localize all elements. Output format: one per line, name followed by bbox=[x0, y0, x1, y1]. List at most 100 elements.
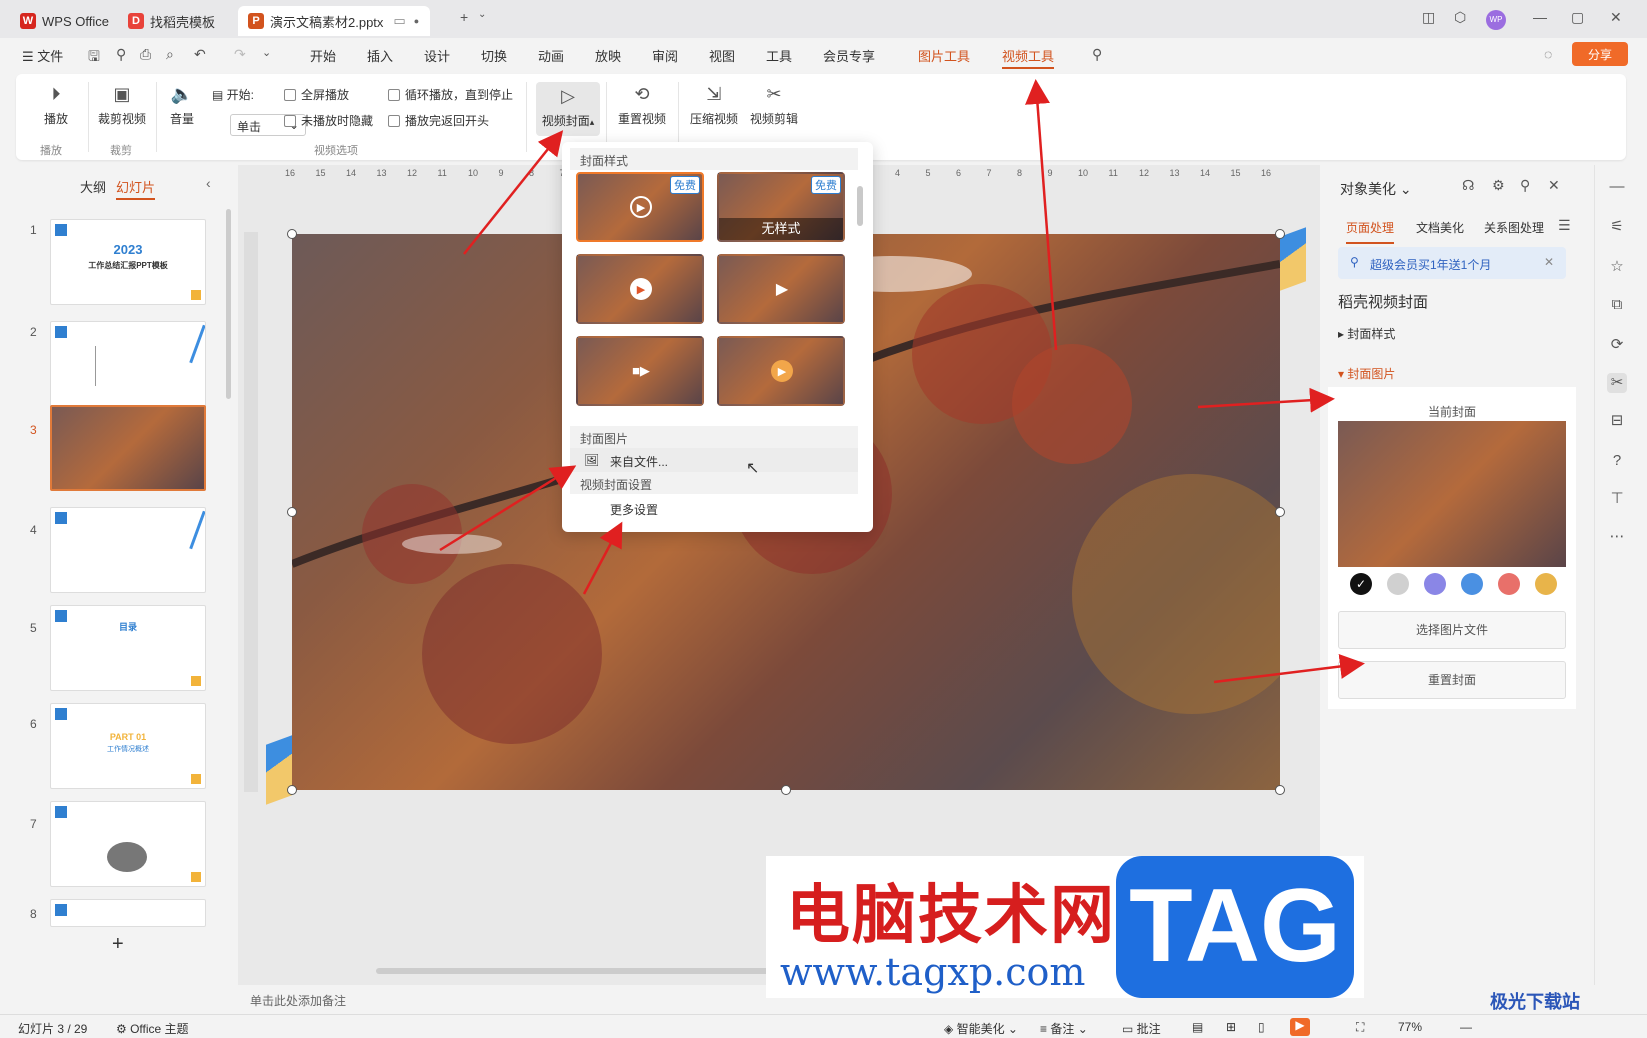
resize-handle[interactable] bbox=[1275, 229, 1285, 239]
resize-handle[interactable] bbox=[287, 229, 297, 239]
cover-style-option-2[interactable]: ▶ bbox=[576, 254, 704, 324]
redo-icon[interactable]: ↷ bbox=[234, 46, 246, 63]
search-icon[interactable]: ⚲ bbox=[1092, 46, 1102, 63]
tab-slides[interactable]: 幻灯片 bbox=[116, 177, 156, 200]
resize-handle[interactable] bbox=[287, 507, 297, 517]
trim-video-button[interactable]: ▣ 裁剪视频 bbox=[92, 82, 152, 127]
help-icon[interactable]: ? bbox=[1607, 451, 1627, 471]
cover-style-option-5[interactable]: ▶ bbox=[717, 336, 845, 406]
comment-toggle[interactable]: ▭ 批注 bbox=[1122, 1020, 1161, 1037]
tab-presentation-file[interactable]: P 演示文稿素材2.pptx ▭ ● bbox=[238, 6, 430, 36]
tab-docer-templates[interactable]: D 找稻壳模板 bbox=[118, 6, 225, 36]
resize-handle[interactable] bbox=[287, 785, 297, 795]
cover-style-toggle[interactable]: ▸ 封面样式 bbox=[1338, 325, 1395, 342]
tab-page-processing[interactable]: 页面处理 bbox=[1346, 219, 1395, 244]
pin-icon[interactable]: ⚲ bbox=[1520, 177, 1530, 194]
more-icon[interactable]: ⋯ bbox=[1607, 527, 1627, 547]
gear-icon[interactable]: ⚙ bbox=[1492, 177, 1505, 194]
menu-animation[interactable]: 动画 bbox=[538, 46, 564, 65]
beautify-tool-icon[interactable]: ✂ bbox=[1607, 373, 1627, 393]
rewind-checkbox[interactable]: 播放完返回开头 bbox=[388, 112, 489, 129]
tab-list-chevron-icon[interactable]: ⌄ bbox=[478, 9, 486, 20]
cover-style-option-3[interactable]: ▶ bbox=[717, 254, 845, 324]
slide-thumbnail-3[interactable] bbox=[50, 405, 206, 491]
menu-icon[interactable]: ☰ bbox=[1558, 217, 1571, 234]
new-tab-icon[interactable]: + bbox=[460, 9, 468, 25]
smart-beautify-button[interactable]: ◈ 智能美化 ⌄ bbox=[944, 1020, 1018, 1037]
slide-thumbnail-5[interactable]: 目录 bbox=[50, 605, 206, 691]
slide-thumbnail-1[interactable]: 2023 工作总结汇报PPT模板 bbox=[50, 219, 206, 305]
close-icon[interactable]: ✕ bbox=[1610, 9, 1622, 26]
cube-icon[interactable]: ⬡ bbox=[1454, 9, 1466, 26]
reading-view-icon[interactable]: ▯ bbox=[1258, 1020, 1265, 1034]
color-swatch-red[interactable] bbox=[1498, 573, 1520, 595]
panel-title[interactable]: 对象美化 ⌄ bbox=[1340, 179, 1412, 199]
tab-monitor-icon[interactable]: ▭ bbox=[393, 13, 405, 29]
slide-thumbnail-8[interactable] bbox=[50, 899, 206, 927]
notes-toggle[interactable]: ≡ 备注 ⌄ bbox=[1040, 1020, 1088, 1037]
shapes-icon[interactable]: ⧉ bbox=[1607, 295, 1627, 315]
vip-promo-banner[interactable]: ⚲ 超级会员买1年送1个月 ✕ bbox=[1338, 247, 1566, 279]
volume-button[interactable]: 🔈 音量 bbox=[162, 82, 202, 127]
color-swatch-yellow[interactable] bbox=[1535, 573, 1557, 595]
sliders-icon[interactable]: ⚟ bbox=[1607, 217, 1627, 237]
cover-from-file[interactable]: 🖼 来自文件... bbox=[570, 448, 858, 472]
quick-access-chevron-icon[interactable]: ⌄ bbox=[262, 46, 271, 59]
menu-start[interactable]: 开始 bbox=[310, 46, 336, 65]
cover-image-toggle[interactable]: ▾ 封面图片 bbox=[1338, 365, 1395, 382]
menu-file[interactable]: ☰ 文件 bbox=[22, 46, 63, 65]
reset-cover-button[interactable]: 重置封面 bbox=[1338, 661, 1566, 699]
cover-style-option-none[interactable]: 免费 无样式 bbox=[717, 172, 845, 242]
tab-diagram-processing[interactable]: 关系图处理 bbox=[1484, 219, 1544, 236]
zoom-level[interactable]: 77% bbox=[1398, 1020, 1422, 1034]
fullscreen-checkbox[interactable]: 全屏播放 bbox=[284, 86, 349, 103]
play-slideshow-icon[interactable]: ▶ bbox=[1290, 1018, 1310, 1036]
collapse-panel-icon[interactable]: ‹ bbox=[206, 175, 211, 191]
tab-outline[interactable]: 大纲 bbox=[80, 177, 106, 196]
color-swatch-black[interactable]: ✓ bbox=[1350, 573, 1372, 595]
maximize-icon[interactable]: ▢ bbox=[1571, 9, 1584, 26]
resize-handle[interactable] bbox=[1275, 785, 1285, 795]
video-edit-button[interactable]: ✂ 视频剪辑 bbox=[744, 82, 804, 127]
menu-member[interactable]: 会员专享 bbox=[823, 46, 875, 65]
save-icon[interactable]: 🖫 bbox=[88, 46, 100, 70]
color-swatch-blue[interactable] bbox=[1461, 573, 1483, 595]
print-icon[interactable]: ⎙ bbox=[140, 46, 151, 63]
print-preview-icon[interactable]: ⌕ bbox=[166, 46, 174, 63]
color-swatch-gray[interactable] bbox=[1387, 573, 1409, 595]
avatar[interactable]: WP bbox=[1486, 10, 1506, 30]
menu-picture-tools[interactable]: 图片工具 bbox=[918, 46, 970, 65]
color-swatch-purple[interactable] bbox=[1424, 573, 1446, 595]
chat-icon[interactable]: ◌ bbox=[1544, 46, 1552, 62]
add-slide-button[interactable]: + bbox=[112, 933, 124, 956]
theme-indicator[interactable]: ⚙ Office 主题 bbox=[116, 1020, 189, 1037]
video-cover-button[interactable]: ▷ 视频封面▴ bbox=[536, 82, 600, 136]
minimize-strip-icon[interactable]: — bbox=[1607, 177, 1627, 197]
link-icon[interactable]: ⚲ bbox=[116, 46, 126, 63]
select-image-file-button[interactable]: 选择图片文件 bbox=[1338, 611, 1566, 649]
slide-thumbnail-7[interactable] bbox=[50, 801, 206, 887]
slide-thumbnail-2[interactable] bbox=[50, 321, 206, 407]
close-banner-icon[interactable]: ✕ bbox=[1544, 255, 1554, 269]
cover-style-option-1[interactable]: 免费 ▶ bbox=[576, 172, 704, 242]
menu-review[interactable]: 审阅 bbox=[652, 46, 678, 65]
shirt-icon[interactable]: ⊤ bbox=[1607, 489, 1627, 509]
resize-handle[interactable] bbox=[781, 785, 791, 795]
minimize-icon[interactable]: — bbox=[1533, 9, 1547, 25]
menu-design[interactable]: 设计 bbox=[424, 46, 450, 65]
slide-thumbnail-6[interactable]: PART 01 工作情况概述 bbox=[50, 703, 206, 789]
slide-thumbnail-4[interactable] bbox=[50, 507, 206, 593]
compress-video-button[interactable]: ⇲ 压缩视频 bbox=[684, 82, 744, 127]
cover-menu-scrollbar[interactable] bbox=[857, 186, 863, 226]
tab-doc-beautify[interactable]: 文档美化 bbox=[1416, 219, 1464, 236]
slide-panel-scrollbar[interactable] bbox=[226, 209, 231, 399]
play-button[interactable]: ⏵ 播放 bbox=[36, 82, 76, 127]
more-settings[interactable]: 更多设置 bbox=[570, 496, 858, 520]
menu-slideshow[interactable]: 放映 bbox=[595, 46, 621, 65]
menu-video-tools[interactable]: 视频工具 bbox=[1002, 46, 1055, 69]
headset-icon[interactable]: ☊ bbox=[1462, 177, 1474, 194]
unsaved-dot-icon[interactable]: ● bbox=[414, 16, 419, 26]
canvas-horizontal-scrollbar[interactable] bbox=[376, 968, 776, 974]
loop-checkbox[interactable]: 循环播放，直到停止 bbox=[388, 86, 513, 103]
menu-view[interactable]: 视图 bbox=[709, 46, 735, 65]
